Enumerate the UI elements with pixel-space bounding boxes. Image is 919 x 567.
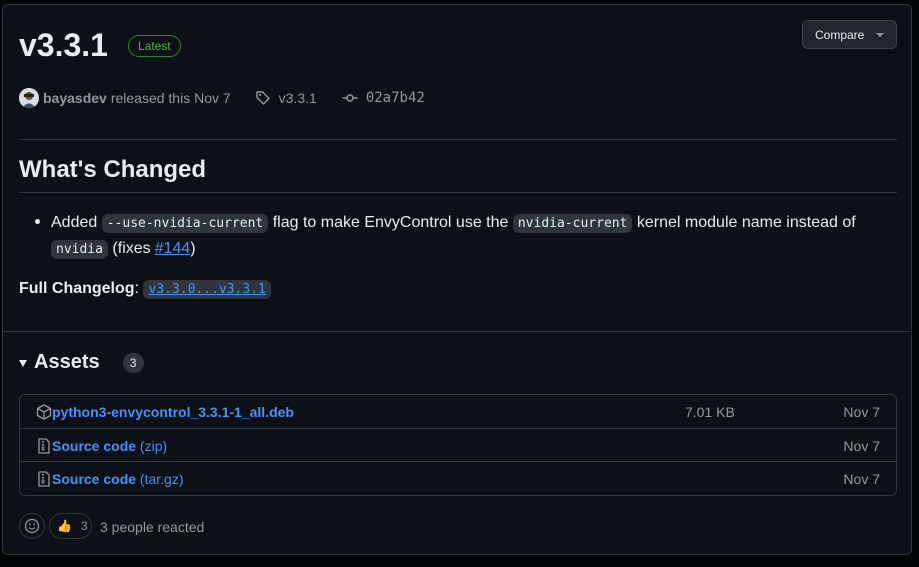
thumbs-up-reaction[interactable]: 👍 3 bbox=[49, 513, 92, 539]
release-card: v3.3.1 Latest Compare bayasdev released … bbox=[2, 4, 912, 555]
add-reaction-button[interactable] bbox=[19, 513, 45, 539]
caret-down-icon bbox=[876, 33, 884, 37]
text: : bbox=[134, 280, 139, 297]
commit-item[interactable]: 02a7b42 bbox=[342, 90, 425, 106]
asset-row[interactable]: Source code (zip) Nov 7 bbox=[20, 428, 896, 462]
bullet-marker bbox=[35, 219, 40, 224]
asset-suffix: (tar.gz) bbox=[139, 470, 184, 487]
tag-icon bbox=[255, 91, 270, 105]
triangle-down-icon bbox=[19, 360, 27, 367]
file-zip-icon bbox=[38, 471, 50, 487]
avatar[interactable] bbox=[19, 88, 39, 108]
asset-suffix: (zip) bbox=[139, 437, 168, 454]
package-icon bbox=[36, 404, 52, 420]
change-item: Added --use-nvidia-current flag to make … bbox=[51, 210, 881, 262]
text: (fixes bbox=[112, 240, 151, 257]
text: ) bbox=[190, 240, 196, 257]
text: Added bbox=[51, 214, 98, 231]
text: kernel module name instead of bbox=[636, 214, 856, 231]
commit-icon bbox=[342, 94, 358, 102]
assets-heading: Assets bbox=[34, 351, 100, 373]
tag-item[interactable]: v3.3.1 bbox=[255, 90, 317, 106]
full-changelog: Full Changelog: v3.3.0...v3.3.1 bbox=[19, 277, 271, 302]
asset-row[interactable]: python3-envycontrol_3.3.1-1_all.deb 7.01… bbox=[20, 395, 896, 428]
code-use-nvidia-current: --use-nvidia-current bbox=[101, 214, 269, 233]
thumbs-up-icon: 👍 bbox=[57, 519, 72, 533]
notes-heading: What's Changed bbox=[19, 156, 207, 183]
file-zip-icon bbox=[38, 438, 50, 454]
release-meta: bayasdev released this Nov 7 v3.3.1 02a7… bbox=[19, 87, 425, 109]
assets-count-badge: 3 bbox=[122, 352, 144, 373]
code-nvidia: nvidia bbox=[51, 240, 108, 259]
changelog-label: Full Changelog bbox=[19, 280, 135, 297]
asset-size: 7.01 KB bbox=[685, 403, 735, 420]
asset-link[interactable]: python3-envycontrol_3.3.1-1_all.deb bbox=[52, 404, 294, 420]
section-divider bbox=[3, 331, 911, 332]
assets-list: python3-envycontrol_3.3.1-1_all.deb 7.01… bbox=[19, 394, 897, 496]
released-text: released this Nov 7 bbox=[110, 90, 231, 106]
asset-name: python3-envycontrol_3.3.1-1_all.deb bbox=[52, 403, 294, 420]
changelog-link[interactable]: v3.3.0...v3.3.1 bbox=[143, 280, 271, 299]
asset-date: Nov 7 bbox=[843, 470, 880, 487]
tag-label: v3.3.1 bbox=[278, 90, 317, 106]
reaction-summary: 3 people reacted bbox=[100, 519, 205, 535]
compare-button-label: Compare bbox=[815, 27, 865, 42]
release-title[interactable]: v3.3.1 bbox=[19, 25, 108, 65]
asset-link[interactable]: Source code (tar.gz) bbox=[52, 471, 184, 487]
asset-link[interactable]: Source code (zip) bbox=[52, 438, 167, 454]
divider bbox=[19, 139, 897, 140]
reaction-count: 3 bbox=[80, 519, 88, 533]
smiley-icon bbox=[24, 518, 40, 534]
issue-link[interactable]: #144 bbox=[155, 240, 191, 257]
author-link[interactable]: bayasdev bbox=[43, 90, 107, 106]
asset-row[interactable]: Source code (tar.gz) Nov 7 bbox=[20, 461, 896, 495]
latest-badge: Latest bbox=[128, 35, 181, 57]
asset-name: Source code bbox=[52, 437, 137, 454]
asset-date: Nov 7 bbox=[843, 437, 880, 454]
text: flag to make EnvyControl use the bbox=[272, 214, 509, 231]
commit-hash: 02a7b42 bbox=[365, 90, 425, 106]
asset-date: Nov 7 bbox=[843, 403, 880, 420]
assets-toggle[interactable]: Assets 3 bbox=[19, 351, 144, 374]
compare-button[interactable]: Compare bbox=[802, 20, 897, 49]
asset-name: Source code bbox=[52, 470, 137, 487]
heading-underline bbox=[19, 192, 897, 193]
code-nvidia-current: nvidia-current bbox=[512, 214, 633, 233]
